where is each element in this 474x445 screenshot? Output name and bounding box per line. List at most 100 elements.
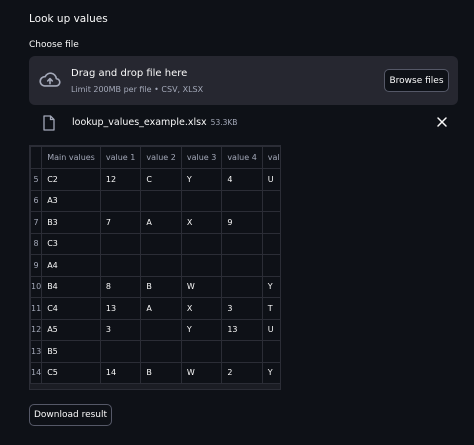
table-cell[interactable] bbox=[261, 211, 280, 234]
table-cell[interactable] bbox=[221, 340, 263, 363]
table-cell[interactable] bbox=[180, 232, 223, 255]
column-header[interactable]: value 3 bbox=[180, 146, 223, 169]
table-cell[interactable] bbox=[140, 232, 182, 255]
row-index: 9 bbox=[30, 254, 43, 277]
column-header[interactable]: value 5 bbox=[261, 146, 280, 169]
table-cell[interactable]: Y bbox=[261, 361, 280, 384]
table-cell[interactable]: A bbox=[140, 297, 182, 320]
app-page: Look up values Choose file Drag and drop… bbox=[0, 0, 474, 445]
table-cell[interactable] bbox=[261, 340, 280, 363]
column-header[interactable]: value 1 bbox=[99, 146, 142, 169]
table-cell[interactable]: 9 bbox=[221, 211, 263, 234]
table-cell[interactable]: B bbox=[140, 361, 182, 384]
table-row[interactable]: 8 C3 bbox=[30, 232, 280, 255]
file-icon bbox=[43, 115, 55, 131]
table-cell[interactable]: B5 bbox=[41, 340, 101, 363]
table-cell[interactable]: C3 bbox=[41, 232, 101, 255]
table-cell[interactable]: T bbox=[261, 297, 280, 320]
row-index: 7 bbox=[30, 211, 43, 234]
horizontal-scrollbar[interactable] bbox=[30, 384, 280, 389]
table-cell[interactable] bbox=[99, 254, 142, 277]
table-cell[interactable]: Y bbox=[180, 318, 223, 341]
browse-files-button[interactable]: Browse files bbox=[384, 69, 449, 92]
table-cell[interactable]: C2 bbox=[41, 168, 101, 191]
table-cell[interactable] bbox=[180, 340, 223, 363]
table-cell[interactable] bbox=[221, 232, 263, 255]
row-index: 6 bbox=[30, 189, 43, 212]
table-cell[interactable]: B bbox=[140, 275, 182, 298]
close-icon[interactable] bbox=[436, 116, 448, 128]
table-cell[interactable] bbox=[180, 189, 223, 212]
column-header[interactable]: value 2 bbox=[140, 146, 182, 169]
table-row[interactable]: 7 B3 7 A X 9 bbox=[30, 211, 280, 234]
row-index: 13 bbox=[30, 340, 43, 363]
table-cell[interactable]: X bbox=[180, 297, 223, 320]
table-cell[interactable]: C bbox=[140, 168, 182, 191]
table-cell[interactable]: B3 bbox=[41, 211, 101, 234]
table-cell[interactable] bbox=[221, 275, 263, 298]
table-cell[interactable]: W bbox=[180, 361, 223, 384]
table-cell[interactable]: 3 bbox=[221, 297, 263, 320]
table-cell[interactable] bbox=[261, 254, 280, 277]
table-cell[interactable]: Y bbox=[261, 275, 280, 298]
table-row[interactable]: 5 C2 12 C Y 4 U bbox=[30, 168, 280, 191]
row-index: 8 bbox=[30, 232, 43, 255]
table-cell[interactable]: A3 bbox=[41, 189, 101, 212]
table-cell[interactable] bbox=[261, 189, 280, 212]
table-cell[interactable]: 3 bbox=[99, 318, 142, 341]
table-cell[interactable]: Y bbox=[180, 168, 223, 191]
table-row[interactable]: 10 B4 8 B W Y bbox=[30, 275, 280, 298]
table-cell[interactable]: X bbox=[180, 211, 223, 234]
table-cell[interactable] bbox=[221, 254, 263, 277]
table-cell[interactable]: U bbox=[261, 318, 280, 341]
table-cell[interactable]: B4 bbox=[41, 275, 101, 298]
table-header-row: Main values value 1 value 2 value 3 value 4v… bbox=[30, 146, 280, 169]
table-cell[interactable]: A bbox=[140, 211, 182, 234]
column-header[interactable]: value 4 bbox=[221, 146, 263, 169]
table-cell[interactable]: 13 bbox=[221, 318, 263, 341]
row-index: 5 bbox=[30, 168, 43, 191]
table-row[interactable]: 12 A5 3 Y 13 U bbox=[30, 318, 280, 341]
table-cell[interactable] bbox=[99, 189, 142, 212]
index-header[interactable] bbox=[30, 146, 43, 169]
table-cell[interactable] bbox=[140, 189, 182, 212]
table-cell[interactable] bbox=[261, 232, 280, 255]
column-header[interactable]: Main values bbox=[41, 146, 101, 169]
table-cell[interactable]: 12 bbox=[99, 168, 142, 191]
table-cell[interactable] bbox=[99, 340, 142, 363]
table-cell[interactable] bbox=[140, 340, 182, 363]
table-cell[interactable]: 8 bbox=[99, 275, 142, 298]
table-cell[interactable]: 4 bbox=[221, 168, 263, 191]
row-index: 12 bbox=[30, 318, 43, 341]
table-cell[interactable]: A4 bbox=[41, 254, 101, 277]
file-uploader-label: Choose file bbox=[29, 40, 79, 50]
file-dropzone[interactable]: Drag and drop file here Limit 200MB per … bbox=[29, 56, 458, 105]
file-name: lookup_values_example.xlsx 53.3KB bbox=[72, 117, 237, 128]
table-cell[interactable] bbox=[140, 318, 182, 341]
row-index: 11 bbox=[30, 297, 43, 320]
table-cell[interactable]: C4 bbox=[41, 297, 101, 320]
table-row[interactable]: 11 C4 13 A X 3 T bbox=[30, 297, 280, 320]
table-cell[interactable]: A5 bbox=[41, 318, 101, 341]
table-cell[interactable]: 7 bbox=[99, 211, 142, 234]
row-index: 10 bbox=[30, 275, 43, 298]
table-cell[interactable] bbox=[221, 189, 263, 212]
table-row[interactable]: 13 B5 bbox=[30, 340, 280, 363]
table-cell[interactable] bbox=[140, 254, 182, 277]
dropzone-title: Drag and drop file here bbox=[71, 68, 188, 79]
table-cell[interactable]: C5 bbox=[41, 361, 101, 384]
table-cell[interactable]: 13 bbox=[99, 297, 142, 320]
table-row[interactable]: 14 C5 14 B W 2 Y bbox=[30, 361, 280, 384]
table-cell[interactable]: 14 bbox=[99, 361, 142, 384]
table-row[interactable]: 9 A4 bbox=[30, 254, 280, 277]
page-title: Look up values bbox=[29, 13, 108, 25]
table-row[interactable]: 6 A3 bbox=[30, 189, 280, 212]
file-size: 53.3KB bbox=[210, 118, 238, 127]
table-cell[interactable] bbox=[99, 232, 142, 255]
data-table[interactable]: Main values value 1 value 2 value 3 value 4v… bbox=[29, 145, 281, 390]
download-result-button[interactable]: Download result bbox=[29, 404, 112, 426]
table-cell[interactable]: U bbox=[261, 168, 280, 191]
table-cell[interactable]: W bbox=[180, 275, 223, 298]
table-cell[interactable]: 2 bbox=[221, 361, 263, 384]
table-cell[interactable] bbox=[180, 254, 223, 277]
